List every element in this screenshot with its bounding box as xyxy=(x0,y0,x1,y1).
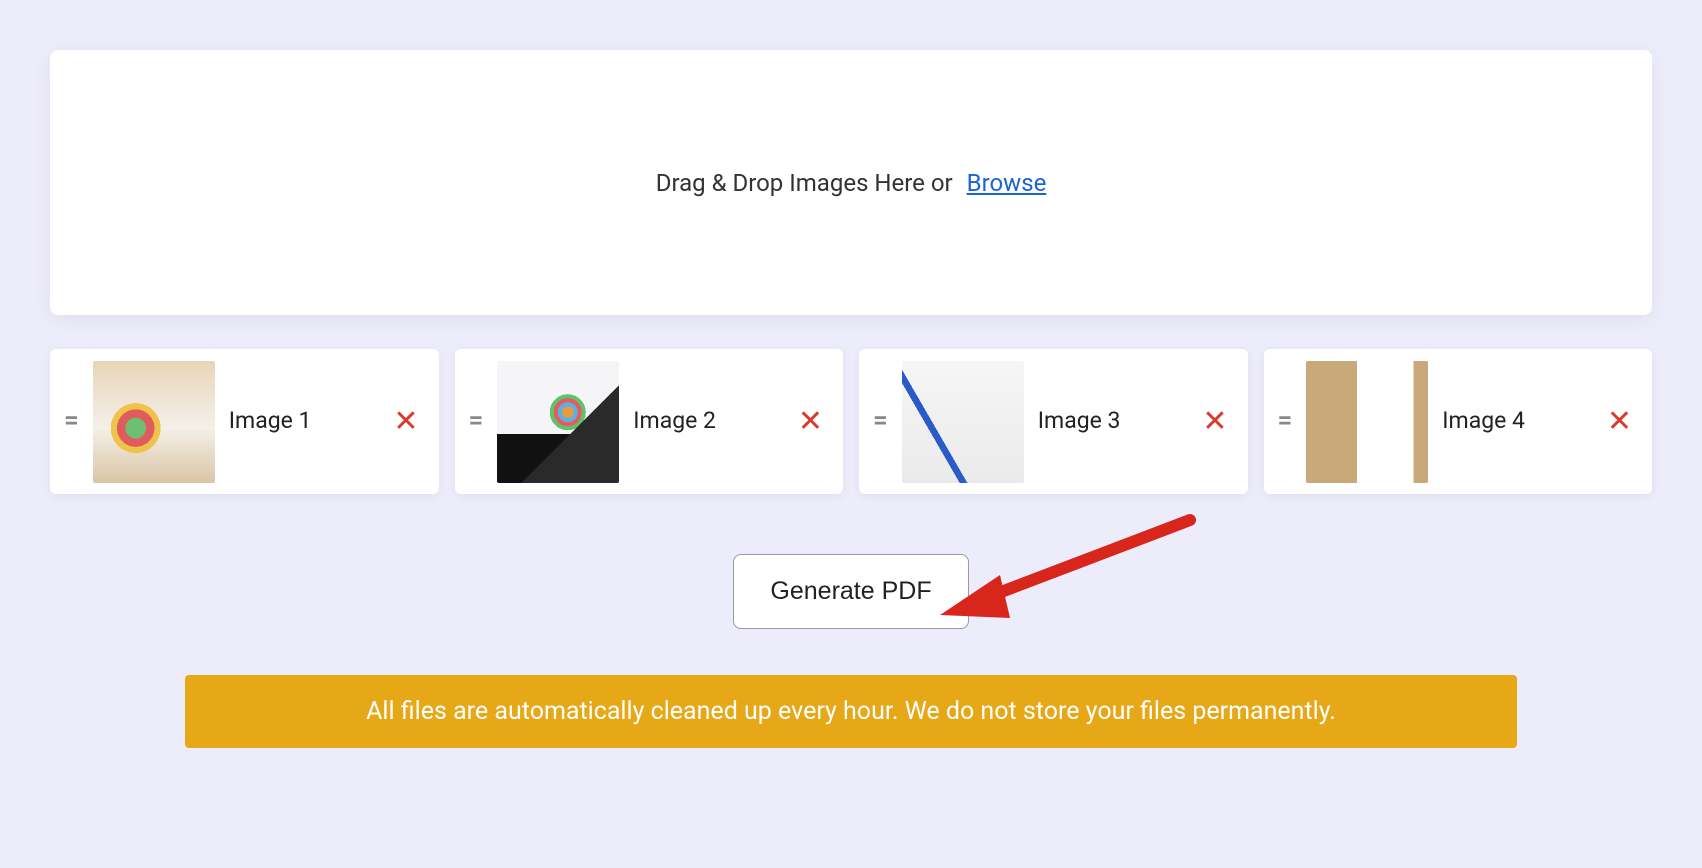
remove-icon[interactable]: ✕ xyxy=(1601,404,1638,439)
drag-handle-icon[interactable]: = xyxy=(469,414,488,430)
dropzone-text: Drag & Drop Images Here or Browse xyxy=(656,169,1047,197)
remove-icon[interactable]: ✕ xyxy=(1196,404,1233,439)
image-card: = Image 1 ✕ xyxy=(50,349,439,494)
image-thumbnail xyxy=(1306,361,1428,483)
image-thumbnail xyxy=(497,361,619,483)
image-label: Image 1 xyxy=(225,407,388,436)
image-thumbnail xyxy=(902,361,1024,483)
drag-handle-icon[interactable]: = xyxy=(64,414,83,430)
remove-icon[interactable]: ✕ xyxy=(387,404,424,439)
remove-icon[interactable]: ✕ xyxy=(792,404,829,439)
image-card: = Image 2 ✕ xyxy=(455,349,844,494)
image-card: = Image 4 ✕ xyxy=(1264,349,1653,494)
cleanup-notice: All files are automatically cleaned up e… xyxy=(185,675,1517,748)
dropzone[interactable]: Drag & Drop Images Here or Browse xyxy=(50,50,1652,315)
annotation-arrow-icon xyxy=(930,510,1210,630)
image-label: Image 3 xyxy=(1034,407,1197,436)
dropzone-prompt: Drag & Drop Images Here or xyxy=(656,169,953,197)
image-thumbnail xyxy=(93,361,215,483)
generate-pdf-button[interactable]: Generate PDF xyxy=(733,554,968,629)
image-list: = Image 1 ✕ = Image 2 ✕ = Image 3 ✕ = Im… xyxy=(50,349,1652,494)
generate-row: Generate PDF xyxy=(50,554,1652,629)
image-card: = Image 3 ✕ xyxy=(859,349,1248,494)
drag-handle-icon[interactable]: = xyxy=(1278,414,1297,430)
drag-handle-icon[interactable]: = xyxy=(873,414,892,430)
browse-link[interactable]: Browse xyxy=(967,169,1047,197)
image-label: Image 2 xyxy=(629,407,792,436)
image-label: Image 4 xyxy=(1438,407,1601,436)
